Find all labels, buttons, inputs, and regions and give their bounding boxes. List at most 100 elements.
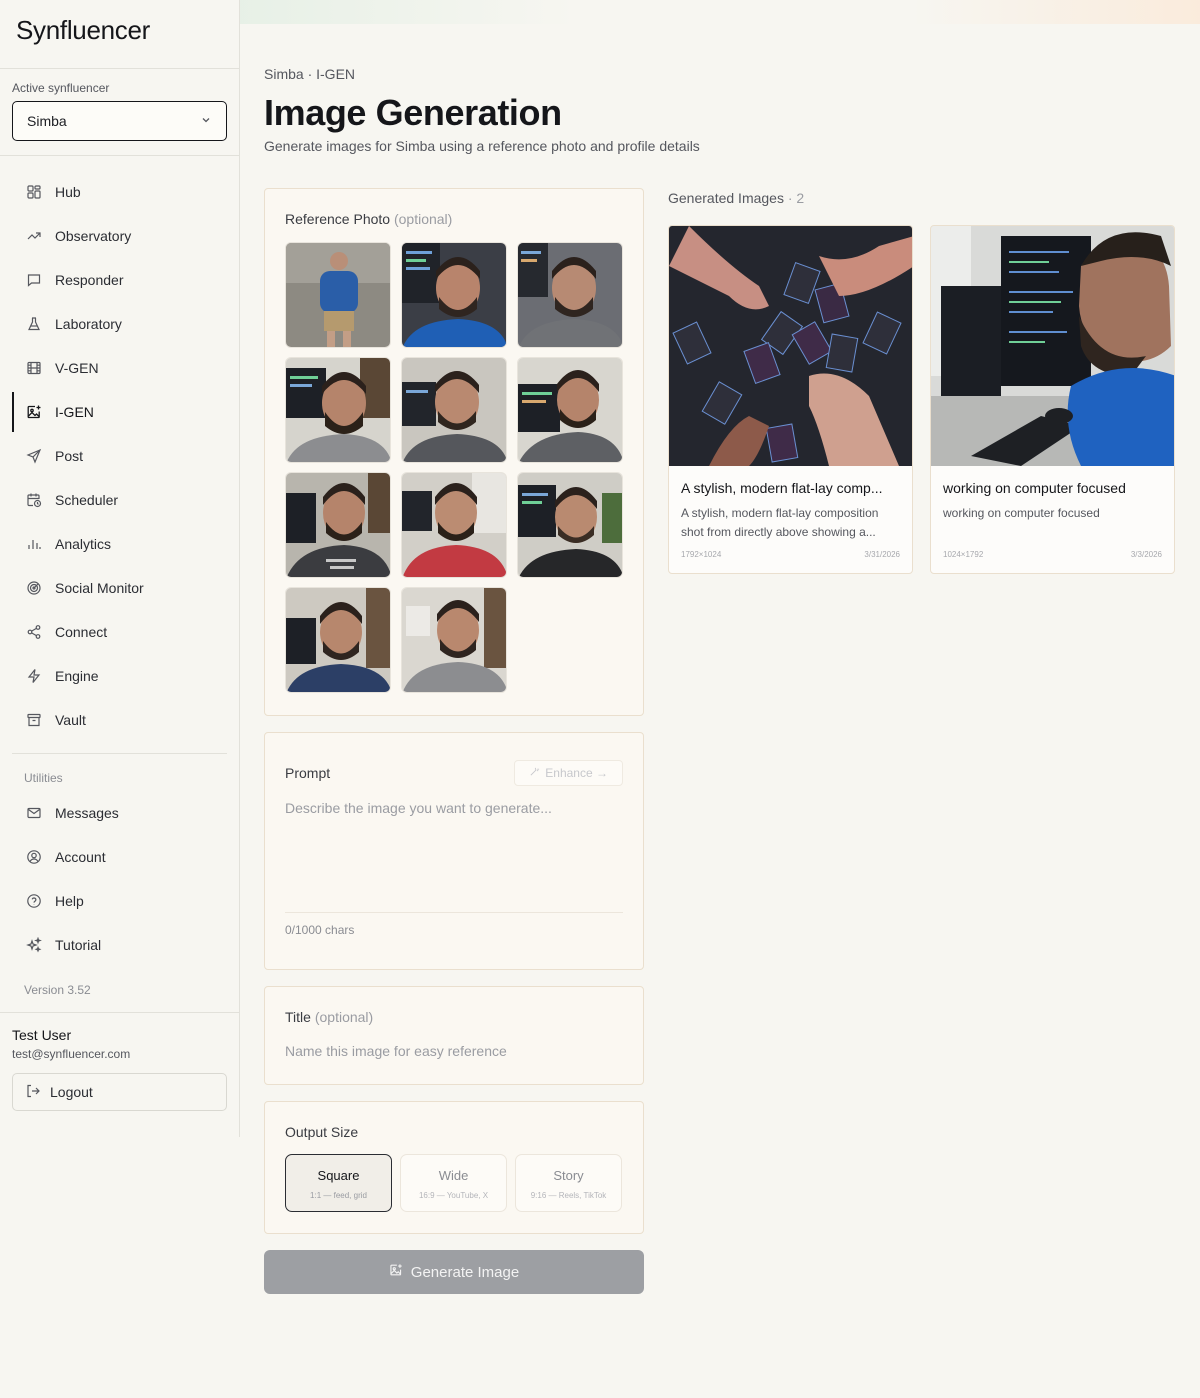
image-plus-icon [26, 404, 42, 420]
generated-image-size: 1792×1024 [681, 550, 722, 559]
prompt-label: Prompt [285, 765, 331, 781]
size-option-desc: 16:9 — YouTube, X [418, 1191, 489, 1200]
nav-item-social-monitor[interactable]: Social Monitor [0, 566, 239, 610]
size-option-label: Wide [438, 1168, 469, 1183]
reference-thumbnails [285, 242, 623, 693]
reference-thumbnail[interactable] [517, 357, 623, 463]
size-option-desc: 9:16 — Reels, TikTok [530, 1191, 607, 1200]
reference-thumbnail[interactable] [401, 242, 507, 348]
nav-label: Vault [55, 712, 86, 728]
nav-label: Messages [55, 805, 119, 821]
size-option-label: Story [553, 1168, 584, 1183]
active-synfluencer-label: Active synfluencer [12, 81, 110, 95]
generated-image[interactable] [931, 226, 1174, 466]
reference-thumbnail[interactable] [285, 242, 391, 348]
size-options: Square 1:1 — feed, grid Wide 16:9 — YouT… [285, 1154, 623, 1212]
nav-label: Scheduler [55, 492, 119, 508]
generated-images-header: Generated Images · 2 [668, 190, 804, 206]
nav-item-laboratory[interactable]: Laboratory [0, 302, 239, 346]
nav-item-v-gen[interactable]: V-GEN [0, 346, 239, 390]
radar-icon [26, 580, 42, 596]
size-option-square[interactable]: Square 1:1 — feed, grid [285, 1154, 392, 1212]
chevron-down-icon [200, 113, 212, 129]
nav-label: Hub [55, 184, 81, 200]
prompt-header: Prompt Enhance → [285, 760, 623, 786]
generated-images-count: · 2 [787, 190, 805, 206]
generated-image-desc: A stylish, modern flat-lay composition s… [681, 506, 879, 539]
nav-label: Connect [55, 624, 108, 640]
generate-image-button[interactable]: Generate Image [264, 1250, 644, 1294]
generated-image-card[interactable]: working on computer focused working on c… [930, 225, 1175, 574]
generated-image-meta: 1024×1792 3/3/2026 [943, 550, 1162, 559]
nav-item-tutorial[interactable]: Tutorial [0, 923, 239, 967]
user-block: Test User test@synfluencer.com Logout [0, 1012, 239, 1111]
nav-item-observatory[interactable]: Observatory [0, 214, 239, 258]
nav-label: Responder [55, 272, 124, 288]
reference-thumbnail[interactable] [401, 472, 507, 578]
nav-item-i-gen[interactable]: I-GEN [0, 390, 239, 434]
reference-thumbnail[interactable] [401, 587, 507, 693]
nav-item-help[interactable]: Help [0, 879, 239, 923]
generated-image-meta: 1792×1024 3/31/2026 [681, 550, 900, 559]
nav-item-vault[interactable]: Vault [0, 698, 239, 742]
prompt-textarea[interactable]: Describe the image you want to generate.… [285, 800, 623, 913]
reference-thumbnail[interactable] [517, 242, 623, 348]
title-input[interactable]: Name this image for easy reference [285, 1043, 623, 1059]
nav-label: Analytics [55, 536, 112, 552]
sidebar: Synfluencer Active synfluencer Simba Hub… [0, 0, 240, 1137]
share-icon [26, 624, 42, 640]
synfluencer-select[interactable]: Simba [12, 101, 227, 141]
logout-icon [25, 1083, 50, 1102]
output-size-label: Output Size [285, 1124, 359, 1140]
nav-item-account[interactable]: Account [0, 835, 239, 879]
nav-label: Tutorial [55, 937, 102, 953]
reference-thumbnail[interactable] [517, 472, 623, 578]
reference-photo-card: Reference Photo (optional) [264, 188, 644, 716]
size-option-story[interactable]: Story 9:16 — Reels, TikTok [515, 1154, 622, 1212]
generated-image-card[interactable]: A stylish, modern flat-lay comp... A sty… [668, 225, 913, 574]
generated-images-label: Generated Images [668, 190, 784, 206]
nav-item-hub[interactable]: Hub [0, 170, 239, 214]
nav-label: Laboratory [55, 316, 122, 332]
nav-item-messages[interactable]: Messages [0, 791, 239, 835]
generated-image[interactable] [669, 226, 912, 466]
nav-label: I-GEN [55, 404, 94, 420]
generated-image-caption: A stylish, modern flat-lay comp... A sty… [669, 466, 912, 559]
enhance-button[interactable]: Enhance → [514, 760, 623, 786]
active-synfluencer-block: Active synfluencer Simba [0, 69, 239, 156]
size-option-desc: 1:1 — feed, grid [310, 1191, 367, 1200]
optional-tag: (optional) [314, 1009, 374, 1025]
user-email: test@synfluencer.com [12, 1047, 131, 1061]
nav-item-connect[interactable]: Connect [0, 610, 239, 654]
brand-logo[interactable]: Synfluencer [0, 0, 239, 69]
utilities-label: Utilities [24, 771, 63, 785]
nav-item-responder[interactable]: Responder [0, 258, 239, 302]
page-subtitle: Generate images for Simba using a refere… [264, 138, 700, 154]
archive-icon [26, 712, 42, 728]
grid-icon [26, 184, 42, 200]
char-counter: 0/1000 chars [285, 923, 355, 937]
film-icon [26, 360, 42, 376]
nav-item-scheduler[interactable]: Scheduler [0, 478, 239, 522]
user-circle-icon [26, 849, 42, 865]
reference-thumbnail[interactable] [285, 357, 391, 463]
nav-item-analytics[interactable]: Analytics [0, 522, 239, 566]
nav-item-post[interactable]: Post [0, 434, 239, 478]
nav-label: Observatory [55, 228, 132, 244]
bolt-icon [26, 668, 42, 684]
reference-thumbnail[interactable] [285, 472, 391, 578]
logout-label: Logout [50, 1084, 93, 1100]
generated-image-caption: working on computer focused working on c… [931, 466, 1174, 559]
output-size-card: Output Size Square 1:1 — feed, grid Wide… [264, 1101, 644, 1234]
nav-item-engine[interactable]: Engine [0, 654, 239, 698]
generated-image-date: 3/31/2026 [864, 550, 900, 559]
reference-thumbnail[interactable] [401, 357, 507, 463]
generated-image-title: working on computer focused [943, 480, 1126, 496]
breadcrumb: Simba · I-GEN [264, 66, 356, 82]
generated-image-title: A stylish, modern flat-lay comp... [681, 480, 883, 496]
generate-label: Generate Image [410, 1263, 520, 1281]
optional-tag: (optional) [393, 211, 453, 227]
size-option-wide[interactable]: Wide 16:9 — YouTube, X [400, 1154, 507, 1212]
reference-thumbnail[interactable] [285, 587, 391, 693]
logout-button[interactable]: Logout [12, 1073, 227, 1111]
